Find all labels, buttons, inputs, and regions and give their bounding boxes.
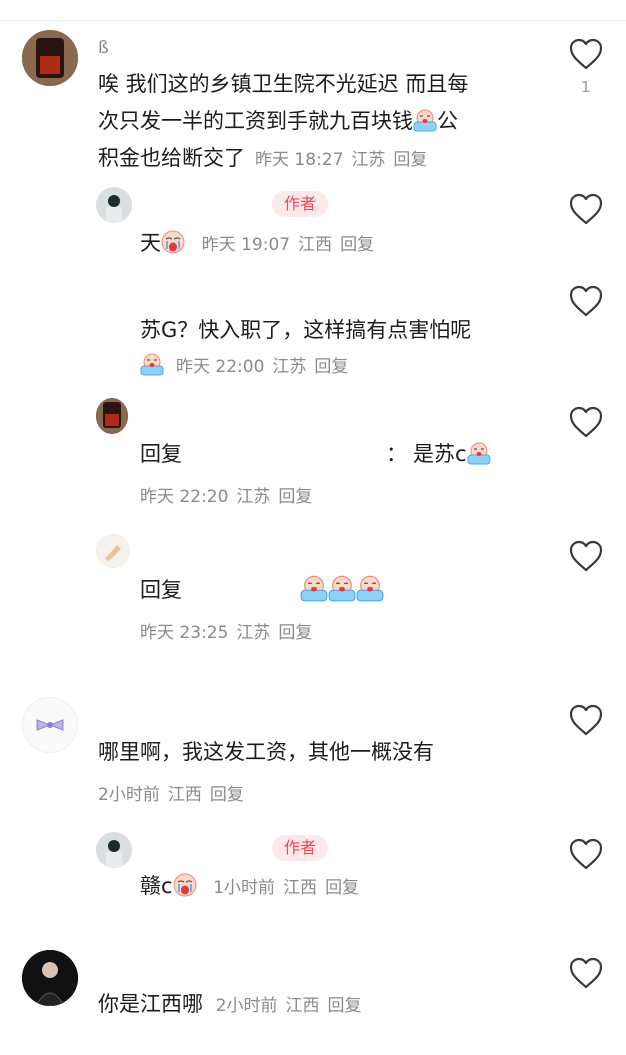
sobbing-emoji-icon	[356, 574, 384, 602]
avatar-image	[22, 30, 78, 86]
avatar-image	[22, 950, 78, 1006]
comment-meta: 2小时前 江西 回复	[98, 780, 244, 805]
heart-icon[interactable]	[568, 284, 604, 318]
sobbing-emoji-icon	[300, 574, 328, 602]
reply-button[interactable]: 回复	[314, 357, 348, 377]
reply-text: 回复	[140, 436, 182, 473]
like-count: 1	[581, 78, 591, 96]
avatar[interactable]	[96, 832, 132, 868]
comment-time: 2小时前	[215, 996, 278, 1016]
crying-emoji-icon	[173, 873, 197, 897]
reply-meta: 昨天 22:00 江苏 回复	[140, 352, 348, 377]
comment-text: 你是江西哪 2小时前 江西 回复	[98, 992, 362, 1016]
emoji-group	[300, 574, 384, 602]
avatar[interactable]	[96, 398, 128, 434]
sobbing-emoji-icon	[328, 574, 356, 602]
reply-prefix: 回复	[140, 442, 182, 466]
sobbing-emoji-icon	[467, 441, 491, 465]
avatar[interactable]	[22, 950, 78, 1006]
reply-location: 江西	[298, 235, 333, 255]
avatar-image	[96, 832, 132, 868]
reply-meta: 昨天 22:20 江苏 回复	[140, 482, 312, 507]
comment-text-line: 次只发一半的工资到手就九百块钱公	[98, 108, 458, 133]
comment-text-line: 唉 我们这的乡镇卫生院不光延迟 而且每	[98, 72, 469, 96]
avatar[interactable]	[96, 534, 130, 568]
reply-button[interactable]: 回复	[325, 878, 359, 898]
sobbing-emoji-icon	[140, 352, 164, 376]
author-badge: 作者	[272, 191, 329, 217]
reply-text: 天 昨天 19:07 江西 回复	[140, 230, 375, 255]
comment-author[interactable]: ß	[98, 38, 109, 58]
heart-icon[interactable]	[568, 539, 604, 573]
heart-icon[interactable]	[568, 37, 604, 71]
avatar[interactable]	[22, 697, 78, 753]
reply-time: 昨天 19:07	[201, 235, 291, 255]
heart-icon[interactable]	[568, 405, 604, 439]
heart-icon[interactable]	[568, 192, 604, 226]
reply-time: 1小时前	[213, 878, 276, 898]
reply-button[interactable]: 回复	[328, 996, 362, 1016]
avatar-image	[96, 187, 132, 223]
comment-time: 昨天 18:27	[255, 150, 344, 170]
reply-button[interactable]: 回复	[278, 487, 312, 507]
reply-meta: 昨天 23:25 江苏 回复	[140, 618, 312, 643]
comment-text: 唉 我们这的乡镇卫生院不光延迟 而且每 次只发一半的工资到手就九百块钱公 积金也…	[98, 66, 468, 179]
reply-text: ：是苏c	[386, 436, 491, 473]
reply-prefix: 回复	[140, 578, 182, 602]
reply-location: 江苏	[272, 357, 307, 377]
comment-text-line: 积金也给断交了 昨天 18:27 江苏 回复	[98, 146, 428, 170]
sobbing-emoji-icon	[413, 108, 437, 132]
reply-button[interactable]: 回复	[393, 150, 427, 170]
reply-location: 江西	[283, 878, 318, 898]
avatar-image	[23, 698, 77, 752]
reply-time: 昨天 22:20	[140, 487, 229, 507]
comment-text: 哪里啊，我这发工资，其他一概没有	[98, 740, 434, 764]
top-divider	[0, 0, 626, 21]
reply-time: 昨天 23:25	[140, 623, 229, 643]
comment-location: 江西	[167, 785, 202, 805]
reply-button[interactable]: 回复	[340, 235, 374, 255]
author-badge: 作者	[272, 835, 329, 861]
reply-location: 江苏	[236, 623, 271, 643]
reply-location: 江苏	[236, 487, 271, 507]
reply-text: 苏G？快入职了，这样搞有点害怕呢	[140, 318, 472, 342]
reply-text: 赣c 1小时前 江西 回复	[140, 873, 360, 898]
avatar-image	[97, 535, 129, 567]
avatar[interactable]	[96, 187, 132, 223]
crying-emoji-icon	[161, 230, 185, 254]
reply-button[interactable]: 回复	[278, 623, 312, 643]
comment-time: 2小时前	[98, 785, 160, 805]
heart-icon[interactable]	[568, 703, 604, 737]
reply-button[interactable]: 回复	[210, 785, 244, 805]
comment-location: 江西	[285, 996, 320, 1016]
comment-location: 江苏	[351, 150, 386, 170]
avatar[interactable]	[22, 30, 78, 86]
avatar-image	[96, 398, 128, 434]
heart-icon[interactable]	[568, 956, 604, 990]
reply-time: 昨天 22:00	[176, 357, 265, 377]
heart-icon[interactable]	[568, 837, 604, 871]
